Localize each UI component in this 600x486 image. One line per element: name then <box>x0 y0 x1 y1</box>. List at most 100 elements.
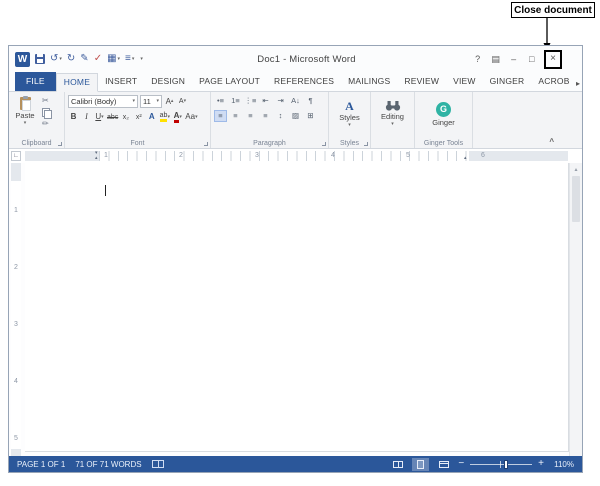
dialog-launcher-icon[interactable] <box>58 142 62 146</box>
word-count[interactable]: 71 OF 71 WORDS <box>75 460 141 469</box>
tab-references[interactable]: REFERENCES <box>267 72 341 91</box>
editing-button-label: Editing <box>381 112 404 121</box>
table-icon: ▦ <box>107 53 117 64</box>
proofing-status-icon[interactable] <box>151 460 164 468</box>
font-size-select[interactable]: 11 ▾ <box>140 95 162 108</box>
web-layout-button[interactable] <box>435 458 452 471</box>
tab-mailings[interactable]: MAILINGS <box>341 72 397 91</box>
italic-button[interactable]: I <box>81 111 92 123</box>
save-button[interactable] <box>35 54 45 64</box>
zoom-slider[interactable] <box>470 459 533 470</box>
read-mode-button[interactable] <box>389 458 406 471</box>
undo-icon: ↺ <box>50 53 59 64</box>
zoom-level[interactable]: 110% <box>550 460 574 469</box>
font-name-select[interactable]: Calibri (Body) ▾ <box>68 95 138 108</box>
print-layout-button[interactable] <box>412 457 430 471</box>
scrollbar-thumb[interactable] <box>572 176 580 222</box>
bullets-button[interactable]: •≡ <box>214 95 227 107</box>
chevron-down-icon: ▾ <box>117 55 121 62</box>
zoom-out-button[interactable]: − <box>458 459 464 469</box>
undo-button[interactable]: ↺ ▾ <box>50 54 62 64</box>
line-spacing-button[interactable]: ↕ <box>274 110 287 122</box>
editing-button[interactable]: Editing ▾ <box>374 95 411 133</box>
ruler-number: 3 <box>14 321 18 328</box>
spelling-check-button[interactable]: ✓ <box>94 54 102 64</box>
font-color-button[interactable]: A ▾ <box>172 111 183 123</box>
zoom-slider-thumb[interactable] <box>504 459 509 469</box>
align-left-button[interactable]: ≡ <box>214 110 227 122</box>
cut-button[interactable]: ✂ <box>42 97 51 105</box>
dialog-launcher-icon[interactable] <box>322 142 326 146</box>
tab-ginger[interactable]: GINGER <box>483 72 532 91</box>
dialog-launcher-icon[interactable] <box>364 142 368 146</box>
format-painter-button[interactable]: ✏ <box>42 120 51 128</box>
tab-review[interactable]: REVIEW <box>397 72 446 91</box>
show-formatting-button[interactable]: ¶ <box>304 95 317 107</box>
vertical-scrollbar[interactable]: ▴ <box>569 163 582 456</box>
grow-font-button[interactable]: A ▴ <box>164 96 175 108</box>
borders-button[interactable]: ⊞ <box>304 110 317 122</box>
copy-button[interactable] <box>42 108 52 119</box>
tab-design[interactable]: DESIGN <box>144 72 192 91</box>
web-layout-icon <box>438 460 449 468</box>
ruler-number: 5 <box>406 152 410 159</box>
styles-button[interactable]: A Styles ▾ <box>332 95 367 133</box>
align-right-button[interactable]: ≡ <box>244 110 257 122</box>
align-center-button[interactable]: ≡ <box>229 110 242 122</box>
tab-insert[interactable]: INSERT <box>98 72 144 91</box>
decrease-indent-button[interactable]: ⇤ <box>259 95 272 107</box>
justify-button[interactable]: ≡ <box>259 110 272 122</box>
font-name-value: Calibri (Body) <box>71 97 117 106</box>
hanging-indent-marker[interactable]: ▴ <box>95 156 98 161</box>
help-button[interactable]: ? <box>470 51 485 67</box>
ribbon-display-options-button[interactable]: ▤ <box>488 51 503 67</box>
zoom-in-button[interactable]: + <box>538 459 544 469</box>
numbering-button[interactable]: 1≡ <box>229 95 242 107</box>
tab-acrobat[interactable]: ACROB <box>531 72 576 91</box>
tab-overflow-arrow[interactable]: ▸ <box>576 79 580 88</box>
document-page[interactable] <box>25 163 569 452</box>
list-button[interactable]: ≡ ▾ <box>125 54 134 64</box>
collapse-ribbon-button[interactable]: ^ <box>549 137 554 146</box>
restore-button[interactable]: □ <box>524 51 539 67</box>
bold-button[interactable]: B <box>68 111 79 123</box>
ruler-number: 3 <box>255 152 259 159</box>
chevron-down-icon: ▾ <box>59 55 62 62</box>
subscript-button[interactable]: x₂ <box>120 111 131 123</box>
tab-file[interactable]: FILE <box>15 72 56 91</box>
vertical-ruler[interactable]: 1 2 3 4 5 <box>11 163 21 456</box>
ginger-button[interactable]: G Ginger <box>418 95 469 133</box>
close-button[interactable]: × <box>550 54 556 64</box>
binoculars-icon <box>385 101 400 111</box>
shading-button[interactable]: ▨ <box>289 110 302 122</box>
page-indicator[interactable]: PAGE 1 OF 1 <box>17 460 65 469</box>
shrink-font-button[interactable]: A ▾ <box>177 96 188 108</box>
print-layout-icon <box>417 459 425 469</box>
highlight-button[interactable]: ab ▾ <box>159 111 170 123</box>
horizontal-ruler[interactable]: ∟ 1 2 3 4 5 6 ▾ ▴ ▴ <box>9 149 582 163</box>
clipboard-small-buttons: ✂ ✏ <box>42 95 52 128</box>
multilevel-list-button[interactable]: ⋮≡ <box>244 95 257 107</box>
insert-table-button[interactable]: ▦ ▾ <box>107 54 120 64</box>
tab-home[interactable]: HOME <box>55 73 99 92</box>
minimize-button[interactable]: – <box>506 51 521 67</box>
paste-button[interactable]: Paste ▾ <box>12 95 38 126</box>
status-bar: PAGE 1 OF 1 71 OF 71 WORDS − + 110% <box>9 456 582 472</box>
right-indent-marker[interactable]: ▴ <box>464 156 467 161</box>
underline-button[interactable]: U ▾ <box>94 111 105 123</box>
sort-button[interactable]: A↓ <box>289 95 302 107</box>
superscript-button[interactable]: x² <box>133 111 144 123</box>
chevron-down-icon: ▾ <box>23 120 27 126</box>
redo-button[interactable]: ↻ <box>67 54 75 64</box>
increase-indent-button[interactable]: ⇥ <box>274 95 287 107</box>
ruler-number: 2 <box>14 264 18 271</box>
tab-page-layout[interactable]: PAGE LAYOUT <box>192 72 267 91</box>
scroll-up-button[interactable]: ▴ <box>570 163 582 175</box>
dialog-launcher-icon[interactable] <box>204 142 208 146</box>
change-case-button[interactable]: Aa ▾ <box>185 111 197 123</box>
tab-view[interactable]: VIEW <box>446 72 483 91</box>
text-effects-button[interactable]: A <box>146 111 157 123</box>
strikethrough-button[interactable]: abc <box>107 111 118 123</box>
tab-selector[interactable]: ∟ <box>11 151 21 161</box>
quick-edit-button[interactable]: ✎ <box>80 54 88 64</box>
